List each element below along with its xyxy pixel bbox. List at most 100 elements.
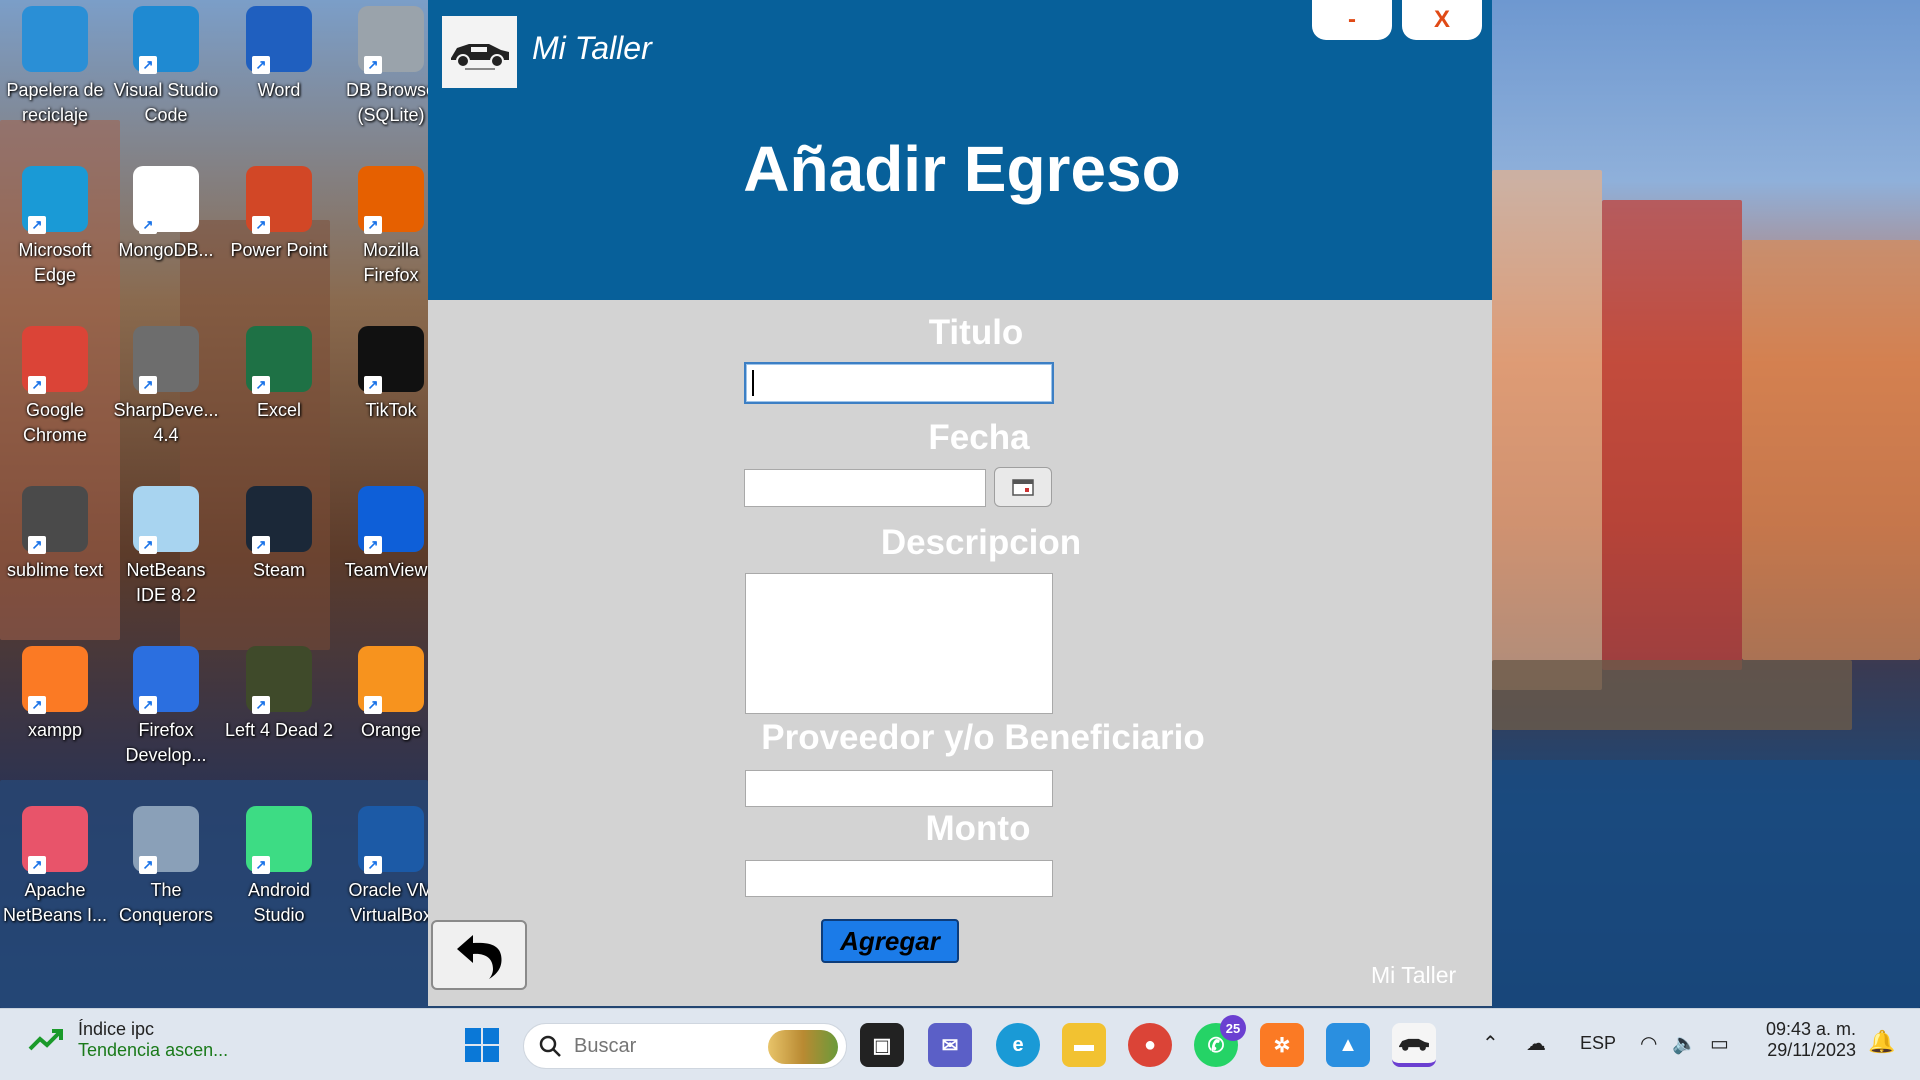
desktop-icon[interactable]: ↗ SharpDeve... 4.4	[111, 320, 221, 448]
titulo-input[interactable]	[744, 362, 1054, 404]
proveedor-label: Proveedor y/o Beneficiario	[761, 718, 1205, 757]
taskbar-edge-button[interactable]: e	[996, 1023, 1040, 1067]
desktop-icon[interactable]: ↗ Apache NetBeans I...	[0, 800, 110, 928]
widget-subtitle: Tendencia ascen...	[78, 1040, 229, 1060]
file-explorer-button[interactable]: ▬	[1062, 1023, 1106, 1067]
shortcut-arrow-icon: ↗	[252, 536, 270, 554]
shortcut-arrow-icon: ↗	[28, 216, 46, 234]
shortcut-arrow-icon: ↗	[252, 216, 270, 234]
app-window: Mi Taller - X Añadir Egreso Titulo Fecha…	[428, 0, 1492, 1006]
desktop-icon[interactable]: ↗ Firefox Develop...	[111, 640, 221, 768]
taskbar-photos-button[interactable]: ▲	[1326, 1023, 1370, 1067]
taskbar-mitaller-button[interactable]	[1392, 1023, 1436, 1067]
desktop-icon-label: Firefox Develop...	[125, 720, 207, 765]
back-button[interactable]	[431, 920, 527, 990]
taskbar-xampp-button[interactable]: ✲	[1260, 1023, 1304, 1067]
shortcut-arrow-icon: ↗	[252, 56, 270, 74]
desktop-icon[interactable]: Papelera de reciclaje	[0, 0, 110, 128]
shortcut-arrow-icon: ↗	[139, 856, 157, 874]
whatsapp-button[interactable]: ✆ 25	[1194, 1015, 1246, 1067]
shortcut-arrow-icon: ↗	[364, 696, 382, 714]
tiktok-icon: ↗	[358, 326, 424, 394]
text-caret	[752, 370, 754, 396]
monto-input[interactable]	[745, 860, 1053, 897]
descripcion-label: Descripcion	[880, 523, 1082, 562]
desktop-icon[interactable]: ↗ Google Chrome	[0, 320, 110, 448]
date-picker-button[interactable]	[994, 467, 1052, 507]
close-button[interactable]: X	[1402, 0, 1482, 40]
shortcut-arrow-icon: ↗	[364, 536, 382, 554]
desktop-icon[interactable]: ↗ The Conquerors	[111, 800, 221, 928]
chevron-up-icon[interactable]: ⌃	[1482, 1031, 1499, 1056]
folder-icon: ▬	[1074, 1033, 1094, 1056]
taskbar-search[interactable]	[523, 1023, 847, 1069]
language-indicator[interactable]: ESP	[1580, 1033, 1616, 1054]
steam-icon: ↗	[246, 486, 312, 554]
notification-bell-icon[interactable]: 🔔	[1868, 1029, 1895, 1055]
battery-icon[interactable]: ▭	[1710, 1031, 1729, 1056]
chrome-icon: ↗	[22, 326, 88, 394]
shortcut-arrow-icon: ↗	[139, 376, 157, 394]
firefox-dev-icon: ↗	[133, 646, 199, 714]
desktop-icon-label: Android Studio	[247, 880, 311, 925]
mongodb-icon: ↗	[133, 166, 199, 234]
weather-stock-widget[interactable]: Índice ipc Tendencia ascen...	[28, 1019, 228, 1061]
conquerors-icon: ↗	[133, 806, 199, 874]
desktop-icon[interactable]: ↗ Power Point	[224, 160, 334, 263]
wifi-icon[interactable]: ◠	[1640, 1031, 1657, 1056]
desktop-icon[interactable]: ↗ Word	[224, 0, 334, 103]
proveedor-input[interactable]	[745, 770, 1053, 807]
taskbar: Índice ipc Tendencia ascen... ▣ ✉ e ▬ ● …	[0, 1008, 1920, 1080]
shortcut-arrow-icon: ↗	[364, 216, 382, 234]
desktop-icon[interactable]: ↗ sublime text	[0, 480, 110, 583]
word-icon: ↗	[246, 6, 312, 74]
desktop-icon-label: NetBeans IDE 8.2	[126, 560, 206, 605]
descripcion-textarea[interactable]	[745, 573, 1053, 714]
desktop-icon-label: MongoDB...	[118, 240, 214, 260]
shortcut-arrow-icon: ↗	[252, 856, 270, 874]
clock[interactable]: 09:43 a. m. 29/11/2023	[1760, 1019, 1856, 1061]
volume-icon[interactable]: 🔈	[1672, 1031, 1697, 1056]
search-input[interactable]	[574, 1034, 754, 1058]
footer-brand: Mi Taller	[1371, 962, 1457, 988]
trend-up-icon	[28, 1029, 63, 1051]
teamviewer-icon: ↗	[358, 486, 424, 554]
minimize-button[interactable]: -	[1312, 0, 1392, 40]
shortcut-arrow-icon: ↗	[139, 696, 157, 714]
agregar-button[interactable]: Agregar	[821, 919, 959, 963]
monto-label: Monto	[925, 809, 1031, 848]
android-studio-icon: ↗	[246, 806, 312, 874]
fecha-input[interactable]	[744, 469, 986, 507]
notification-badge: 25	[1220, 1015, 1246, 1041]
shortcut-arrow-icon: ↗	[139, 216, 157, 234]
shortcut-arrow-icon: ↗	[28, 536, 46, 554]
recycle-bin-icon	[22, 6, 88, 72]
calendar-icon	[1012, 479, 1034, 496]
desktop-icon[interactable]: ↗ xampp	[0, 640, 110, 743]
clock-time: 09:43 a. m.	[1765, 1019, 1856, 1039]
orange-icon: ↗	[358, 646, 424, 714]
windows-icon	[465, 1028, 499, 1062]
apache-netbeans-icon: ↗	[22, 806, 88, 874]
page-title: Añadir Egreso	[743, 133, 1181, 205]
desktop-icon[interactable]: ↗ MongoDB...	[111, 160, 221, 263]
shortcut-arrow-icon: ↗	[364, 856, 382, 874]
desktop-icon-label: Apache NetBeans I...	[2, 880, 108, 925]
desktop-icon-label: Excel	[256, 400, 301, 420]
shortcut-arrow-icon: ↗	[364, 56, 382, 74]
task-view-button[interactable]: ▣	[860, 1023, 904, 1067]
search-icon	[539, 1035, 561, 1057]
desktop-icon[interactable]: ↗ NetBeans IDE 8.2	[111, 480, 221, 608]
desktop-icon[interactable]: ↗ Visual Studio Code	[111, 0, 221, 128]
desktop-icon[interactable]: ↗ Left 4 Dead 2	[224, 640, 334, 743]
onedrive-error-icon[interactable]: ☁	[1526, 1031, 1546, 1056]
shortcut-arrow-icon: ↗	[364, 376, 382, 394]
taskbar-chrome-button[interactable]: ●	[1128, 1023, 1172, 1067]
desktop-icon[interactable]: ↗ Excel	[224, 320, 334, 423]
desktop-icon[interactable]: ↗ Android Studio	[224, 800, 334, 928]
start-button[interactable]	[460, 1023, 504, 1067]
desktop-icon[interactable]: ↗ Steam	[224, 480, 334, 583]
firefox-icon: ↗	[358, 166, 424, 234]
desktop-icon[interactable]: ↗ Microsoft Edge	[0, 160, 110, 288]
teams-chat-button[interactable]: ✉	[928, 1023, 972, 1067]
